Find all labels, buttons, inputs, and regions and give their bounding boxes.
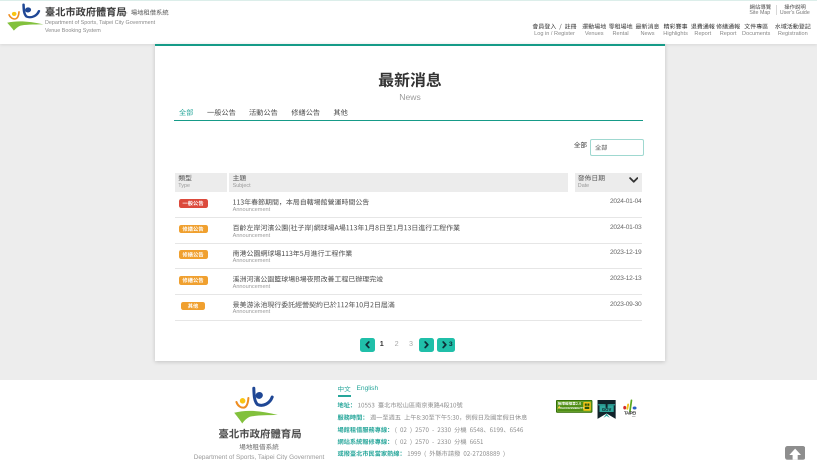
svg-text:GOV: GOV [602,406,612,411]
svg-text:TAIPEI: TAIPEI [624,411,636,416]
